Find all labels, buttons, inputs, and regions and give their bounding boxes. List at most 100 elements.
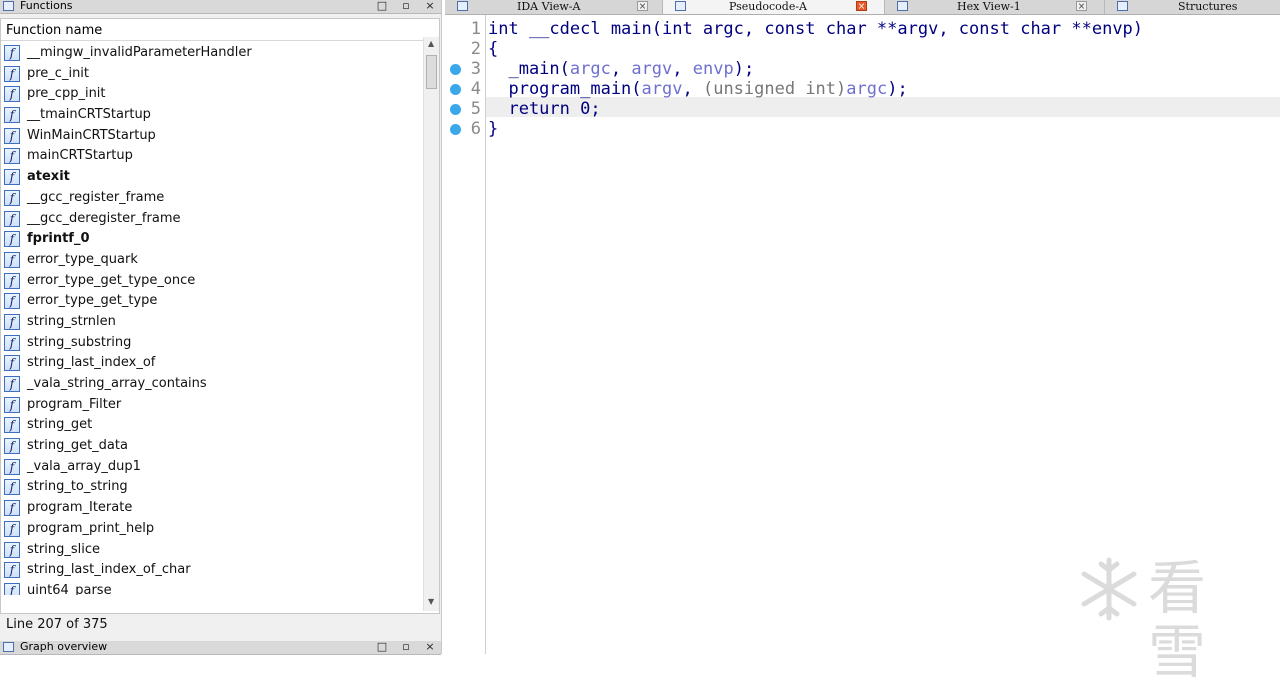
tab-hex-view-1[interactable]: Hex View-1 × [885,0,1105,14]
vertical-scroll-thumb[interactable] [426,55,437,89]
function-icon: f [4,396,20,413]
ida-view-icon [457,1,468,11]
function-name: string_strnlen [27,313,116,329]
function-name: string_get_data [27,438,128,454]
tab-ida-view-a[interactable]: IDA View-A × [445,0,663,14]
function-icon: f [4,376,20,392]
function-name: __gcc_deregister_frame [27,210,181,226]
function-icon: f [4,210,20,227]
function-name: string_get [27,417,93,433]
vertical-scrollbar[interactable]: ▲ ▼ [423,37,439,611]
functions-panel-titlebar[interactable]: Functions □ ▫ × [0,0,441,14]
close-tab-icon[interactable]: × [637,1,648,12]
function-list-item[interactable]: f __mingw_invalidParameterHandler [1,43,423,64]
function-list-item[interactable]: f __tmainCRTStartup [1,105,423,126]
function-name: error_type_quark [27,251,138,267]
function-icon: f [4,148,20,165]
graph-minimize-button[interactable]: □ [375,641,389,653]
functions-panel: Functions □ ▫ × Function name f __mingw_i… [0,0,442,655]
function-icon: f [4,438,20,455]
close-tab-icon[interactable]: × [1076,1,1087,12]
pseudocode-editor[interactable]: 1 int __cdecl main(int argc, const char *… [445,15,1280,684]
tab-label: Hex View-1 [957,0,1021,13]
function-list-item[interactable]: f program_Filter [1,395,423,416]
function-name: _vala_array_dup1 [27,458,141,474]
graph-overview-titlebar[interactable]: Graph overview □ ▫ × [0,641,441,655]
minimize-button[interactable]: □ [375,0,389,12]
code-text: } [488,119,499,139]
scroll-down-arrow-icon[interactable]: ▼ [428,597,434,606]
line-number: 3 [470,59,481,79]
function-list: Function name f __mingw_invalidParameterH… [0,18,440,614]
function-list-item[interactable]: f string_get_data [1,436,423,457]
code-line[interactable]: 2{ [445,39,1280,59]
function-list-item[interactable]: f WinMainCRTStartup [1,126,423,147]
function-list-item[interactable]: f __gcc_deregister_frame [1,209,423,230]
graph-restore-button[interactable]: ▫ [399,641,413,653]
code-text: program_main(argv, (unsigned int)argc); [488,79,908,99]
tab-pseudocode-a[interactable]: Pseudocode-A × [663,0,885,14]
function-list-item[interactable]: f string_to_string [1,477,423,498]
code-line[interactable]: 5 return 0; [445,99,1280,119]
function-icon: f [4,355,20,372]
function-list-item[interactable]: f string_strnlen [1,312,423,333]
tab-structures[interactable]: Structures [1105,0,1280,14]
function-list-item[interactable]: f error_type_get_type [1,291,423,312]
function-list-item[interactable]: f program_print_help [1,519,423,540]
horizontal-scrollbar[interactable]: ◀ ||| ▶ [1,613,423,614]
functions-panel-title: Functions [20,0,73,12]
function-list-item[interactable]: f __gcc_register_frame [1,188,423,209]
function-list-item[interactable]: f uint64_parse [1,581,423,595]
graph-close-button[interactable]: × [423,641,437,653]
function-list-item[interactable]: f error_type_get_type_once [1,271,423,292]
function-icon: f [4,562,20,579]
function-rows: f __mingw_invalidParameterHandler f pre_c_i… [1,43,423,595]
graph-overview-icon [3,642,14,652]
function-list-item[interactable]: f error_type_quark [1,250,423,271]
function-list-item[interactable]: f string_substring [1,333,423,354]
watermark-text: 看雪 [1148,554,1206,686]
function-name: string_substring [27,334,132,350]
function-icon: f [4,86,20,103]
code-text: return 0; [488,99,601,119]
line-number: 6 [470,119,481,139]
code-line[interactable]: 1 int __cdecl main(int argc, const char *… [445,19,1280,39]
function-name: fprintf_0 [27,231,90,247]
function-list-item[interactable]: f string_slice [1,540,423,561]
function-list-item[interactable]: f program_Iterate [1,498,423,519]
code-text: { [488,39,499,59]
scroll-up-arrow-icon[interactable]: ▲ [428,39,434,48]
code-line[interactable]: 4 program_main(argv, (unsigned int)argc)… [445,79,1280,99]
function-list-item[interactable]: f string_last_index_of [1,353,423,374]
function-name: __tmainCRTStartup [27,107,151,123]
restore-button[interactable]: ▫ [399,0,413,12]
line-number: 2 [470,39,481,59]
tab-label: Pseudocode-A [729,0,808,13]
function-name: error_type_get_type [27,293,158,309]
code-line[interactable]: 3 _main(argc, argv, envp); [445,59,1280,79]
code-line[interactable]: 6} [445,119,1280,139]
function-icon: f [4,45,20,61]
function-icon: f [4,189,20,206]
function-list-item[interactable]: f mainCRTStartup [1,146,423,167]
function-list-item[interactable]: f pre_cpp_init [1,84,423,105]
function-list-item[interactable]: f pre_c_init [1,64,423,85]
function-name: mainCRTStartup [27,148,133,164]
function-list-item[interactable]: f fprintf_0 [1,229,423,250]
function-icon: f [4,479,20,496]
function-list-item[interactable]: f string_get [1,415,423,436]
function-name: uint64_parse [27,582,112,595]
function-name: pre_c_init [27,65,90,81]
function-list-item[interactable]: f _vala_string_array_contains [1,374,423,395]
function-icon: f [4,231,20,248]
function-list-item[interactable]: f atexit [1,167,423,188]
function-list-item[interactable]: f string_last_index_of_char [1,560,423,581]
pseudocode-icon [675,1,686,11]
view-tabbar: IDA View-A × Pseudocode-A × Hex View-1 ×… [445,0,1280,15]
close-panel-button[interactable]: × [423,0,437,12]
function-list-item[interactable]: f _vala_array_dup1 [1,457,423,478]
column-header-function-name[interactable]: Function name [1,19,423,41]
line-number: 4 [470,79,481,99]
close-tab-icon[interactable]: × [856,1,867,12]
line-number: 1 [470,19,481,39]
